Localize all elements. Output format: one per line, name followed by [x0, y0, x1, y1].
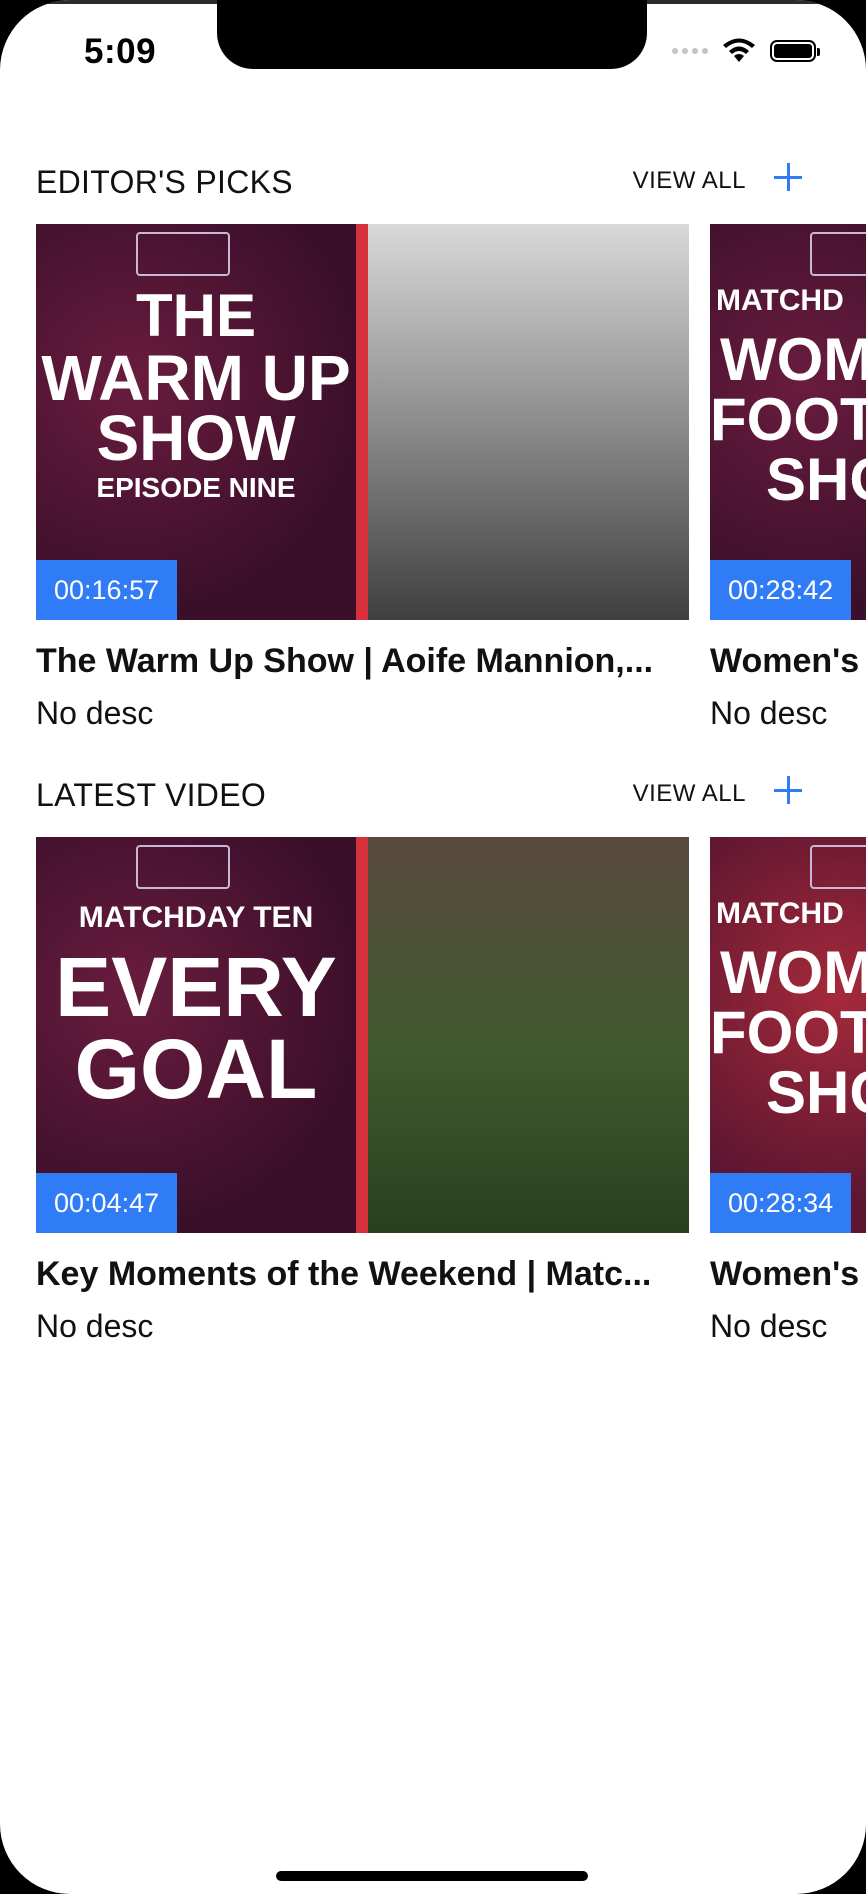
video-description: No desc — [710, 1308, 828, 1344]
video-thumbnail: MATCHDAY TEN EVERY GOAL 00:04:47 — [36, 837, 689, 1233]
thumbnail-photo — [368, 224, 689, 620]
duration-badge: 00:04:47 — [36, 1173, 178, 1233]
video-card[interactable]: THE WARM UP SHOW EPISODE NINE 00:16:57 T… — [36, 224, 689, 732]
home-indicator[interactable] — [276, 1871, 588, 1881]
thumbnail-photo — [368, 837, 689, 1233]
league-logo — [136, 232, 230, 276]
section-title: LATEST VIDEO — [36, 777, 267, 813]
thumbnail-text: WOM — [720, 326, 866, 393]
league-logo — [810, 232, 866, 276]
plus-icon[interactable] — [773, 774, 803, 804]
device-notch — [217, 0, 647, 69]
thumbnail-text: EVERY — [55, 940, 337, 1034]
section-header: EDITOR'S PICKS VIEW ALL — [36, 161, 866, 204]
league-logo — [136, 845, 230, 889]
thumbnail-text: EPISODE NINE — [96, 472, 296, 503]
video-title: Women's — [710, 642, 860, 680]
video-title: Key Moments of the Weekend | Matc... — [36, 1255, 652, 1293]
duration-badge: 00:28:34 — [710, 1173, 852, 1233]
league-logo — [810, 845, 866, 889]
thumbnail-text: MATCHDAY TEN — [78, 901, 314, 934]
thumbnail-stripe — [356, 837, 368, 1233]
video-title: The Warm Up Show | Aoife Mannion,... — [36, 642, 654, 680]
video-card[interactable]: MATCHD WOM FOOT SHO 00:28:42 Women's No … — [710, 224, 866, 732]
video-thumbnail: MATCHD WOM FOOT SHO 00:28:34 — [710, 837, 866, 1233]
thumbnail-text: WOM — [720, 939, 866, 1006]
thumbnail-text: FOOT — [710, 386, 866, 453]
video-thumbnail: THE WARM UP SHOW EPISODE NINE 00:16:57 — [36, 224, 689, 620]
thumbnail-text: SHOW — [96, 402, 296, 474]
thumbnail-text: GOAL — [74, 1022, 318, 1116]
thumbnail-text: THE — [136, 282, 256, 349]
thumbnail-text: MATCHD — [716, 897, 844, 930]
thumbnail-stripe — [356, 224, 368, 620]
video-card[interactable]: MATCHDAY TEN EVERY GOAL 00:04:47 Key Mom… — [36, 837, 689, 1345]
plus-icon[interactable] — [773, 161, 803, 191]
status-icons — [672, 38, 820, 64]
thumbnail-text: SHO — [766, 1059, 866, 1126]
video-card[interactable]: MATCHD WOM FOOT SHO 00:28:34 Women's No … — [710, 837, 866, 1345]
thumbnail-text: MATCHD — [716, 284, 844, 317]
section-header: LATEST VIDEO VIEW ALL — [36, 774, 866, 817]
video-description: No desc — [36, 1308, 154, 1344]
status-time: 5:09 — [84, 32, 157, 71]
wifi-icon — [723, 38, 755, 62]
cellular-signal-icon — [672, 48, 708, 54]
video-description: No desc — [36, 695, 154, 731]
view-all-button[interactable]: VIEW ALL — [633, 167, 746, 195]
duration-badge: 00:16:57 — [36, 560, 178, 620]
battery-icon — [770, 40, 820, 62]
thumbnail-text: WARM UP — [41, 342, 351, 414]
thumbnail-text: FOOT — [710, 999, 866, 1066]
view-all-button[interactable]: VIEW ALL — [633, 780, 746, 808]
thumbnail-text: SHO — [766, 446, 866, 513]
video-thumbnail: MATCHD WOM FOOT SHO 00:28:42 — [710, 224, 866, 620]
video-title: Women's — [710, 1255, 860, 1293]
duration-badge: 00:28:42 — [710, 560, 852, 620]
video-description: No desc — [710, 695, 828, 731]
app-screen: 5:09 EDITOR'S PICKS VIEW ALL THE WARM UP… — [0, 0, 866, 1894]
section-title: EDITOR'S PICKS — [36, 164, 293, 200]
